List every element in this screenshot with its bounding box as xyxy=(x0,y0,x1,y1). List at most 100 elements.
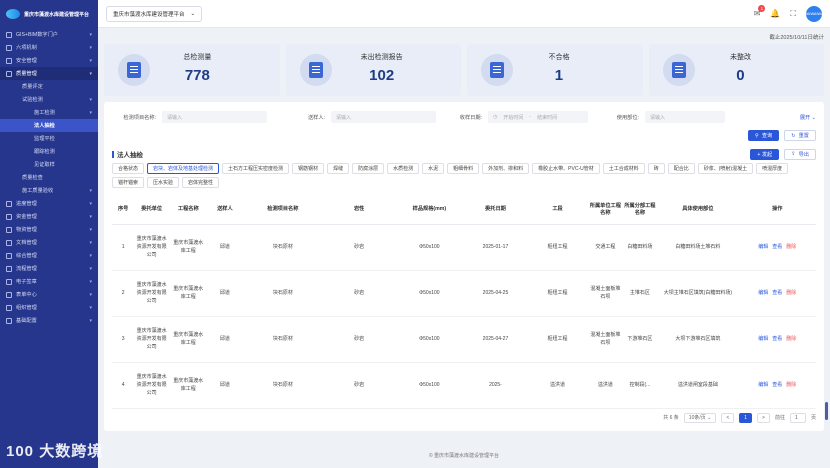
sidebar-item-2[interactable]: 安全管理 ▾ xyxy=(0,54,98,67)
sidebar-item-9[interactable]: 跟踪检测 xyxy=(0,145,98,158)
expand-link[interactable]: 展开 ⌄ xyxy=(800,114,816,121)
table-row[interactable]: 1 重庆市藻渡水资源开发有限公司 重庆市藻渡水库工程 邱道 块石原材 砂岩 Φ50x100 2… xyxy=(112,224,816,271)
menu-icon xyxy=(6,265,12,272)
stat-label: 未整改 xyxy=(729,54,751,61)
chevron-down-icon: ▾ xyxy=(89,252,92,259)
sidebar-item-17[interactable]: 综合管理 ▾ xyxy=(0,249,98,262)
next-page-button[interactable]: > xyxy=(757,412,770,423)
message-icon[interactable]: ✉ 1 xyxy=(754,5,766,18)
chevron-down-icon: ▾ xyxy=(89,239,92,246)
sidebar-item-1[interactable]: 六项机制 ▾ xyxy=(0,41,98,54)
chevron-down-icon: ▾ xyxy=(89,226,92,233)
edit-button[interactable]: 编辑 xyxy=(758,244,768,250)
category-tag[interactable]: 钢筋钢材 xyxy=(292,163,325,174)
sidebar-item-21[interactable]: 组织管理 ▾ xyxy=(0,301,98,314)
sidebar-item-5[interactable]: 试验检测 ▾ xyxy=(0,93,98,106)
table-row[interactable]: 3 重庆市藻渡水资源开发有限公司 重庆市藻渡水库工程 邱道 块石原材 砂岩 Φ50x100 2… xyxy=(112,316,816,363)
category-tag[interactable]: 防腐涂层 xyxy=(352,163,385,174)
add-button[interactable]: + 发起 xyxy=(750,148,780,160)
category-tag[interactable]: 配合比 xyxy=(667,163,695,174)
dept-input[interactable]: 请输入 xyxy=(645,111,725,123)
sidebar-item-18[interactable]: 流程管理 ▾ xyxy=(0,262,98,275)
project-selector[interactable]: 重庆市藻渡水库建设管理平台 ⌄ xyxy=(106,5,203,22)
view-button[interactable]: 查看 xyxy=(772,336,782,342)
table-row[interactable]: 4 重庆市藻渡水资源开发有限公司 重庆市藻渡水库工程 邱道 块石原材 砂岩 Φ50x100 2… xyxy=(112,362,816,409)
sidebar-item-10[interactable]: 见证取样 xyxy=(0,158,98,171)
item-input[interactable]: 请输入 xyxy=(162,111,267,123)
chevron-down-icon: ▾ xyxy=(89,31,92,38)
view-button[interactable]: 查看 xyxy=(772,244,782,250)
sidebar-item-8[interactable]: 监理平检 xyxy=(0,132,98,145)
app-logo[interactable]: 重庆市藻渡水库建设管理平台 xyxy=(0,0,98,28)
sidebar-item-16[interactable]: 文档管理 ▾ xyxy=(0,236,98,249)
report-icon xyxy=(481,54,513,86)
sidebar-item-0[interactable]: GIS+BIM数字门户 ▾ xyxy=(0,28,98,41)
scrollbar[interactable] xyxy=(825,402,828,420)
edit-button[interactable]: 编辑 xyxy=(758,336,768,342)
table-cell: 重庆市藻渡水资源开发有限公司 xyxy=(134,270,169,317)
category-tag[interactable]: 砂浆、(喷射)混凝土 xyxy=(697,163,754,174)
stat-card: 总检测量 778 xyxy=(104,44,280,96)
sidebar-item-3[interactable]: 质量管理 ▾ xyxy=(0,67,98,80)
category-tag[interactable]: 橡胶止水带、PVC-U管材 xyxy=(532,163,600,174)
category-tag[interactable]: 粗细骨料 xyxy=(447,163,480,174)
avatar[interactable]: WAIWAIWAI xyxy=(803,5,825,22)
report-icon xyxy=(118,54,150,86)
sidebar-item-20[interactable]: 表单中心 ▾ xyxy=(0,288,98,301)
category-tag[interactable]: 外加剂、掺和料 xyxy=(482,163,530,174)
sidebar-item-13[interactable]: 进度管理 ▾ xyxy=(0,197,98,210)
sidebar-item-7[interactable]: 法人抽检 xyxy=(0,119,98,132)
table-row[interactable]: 2 重庆市藻渡水资源开发有限公司 重庆市藻渡水库工程 邱道 块石原材 砂岩 Φ50x100 2… xyxy=(112,270,816,317)
view-button[interactable]: 查看 xyxy=(772,382,782,388)
category-tag[interactable]: 水泥 xyxy=(422,163,445,174)
goto-input[interactable]: 1 xyxy=(789,412,806,423)
sender-label: 送样人: xyxy=(307,114,325,121)
page-size-select[interactable]: 10条/页 ⌄ xyxy=(683,412,717,423)
column-header: 所属单位工程名称 xyxy=(588,194,623,225)
sender-input[interactable]: 请输入 xyxy=(331,111,436,123)
stat-card: 未出检测报告 102 xyxy=(285,44,461,96)
stat-card: 不合格 1 xyxy=(467,44,643,96)
edit-button[interactable]: 编辑 xyxy=(758,382,768,388)
category-tag[interactable]: 焊缝 xyxy=(327,163,350,174)
prev-page-button[interactable]: < xyxy=(721,412,735,423)
delete-button[interactable]: 删除 xyxy=(786,290,796,296)
sidebar-item-label: 施工质量验收 xyxy=(22,188,54,194)
view-button[interactable]: 查看 xyxy=(772,290,782,296)
sidebar-item-19[interactable]: 电子签章 ▾ xyxy=(0,275,98,288)
sidebar-item-15[interactable]: 物资管理 ▾ xyxy=(0,223,98,236)
fullscreen-icon[interactable]: ⛶ xyxy=(790,9,796,19)
date-range-input[interactable]: ◷ 开始时间 - 结束时间 xyxy=(488,111,588,123)
category-tag[interactable]: 岩块、岩体及地基处理检测 xyxy=(147,163,220,174)
category-tag[interactable]: 砖 xyxy=(647,163,665,174)
category-tag[interactable]: 压水实验 xyxy=(147,177,180,188)
bell-icon[interactable]: 🔔 xyxy=(770,9,780,18)
sidebar-item-6[interactable]: 施工检测 ▾ xyxy=(0,106,98,119)
stat-label: 未出检测报告 xyxy=(360,54,403,61)
query-button[interactable]: ⚲ 查询 xyxy=(748,130,780,141)
export-button[interactable]: ⇪ 导出 xyxy=(784,148,816,160)
delete-button[interactable]: 删除 xyxy=(786,382,796,388)
edit-button[interactable]: 编辑 xyxy=(758,290,768,296)
sidebar-item-12[interactable]: 施工质量验收 ▾ xyxy=(0,184,98,197)
page-1-button[interactable]: 1 xyxy=(739,412,753,423)
chevron-down-icon: ▾ xyxy=(89,304,92,311)
table-cell: 重庆市藻渡水库工程 xyxy=(168,316,208,363)
date-start: 开始时间 xyxy=(503,114,524,121)
category-tag[interactable]: 锚杆锚索 xyxy=(112,177,145,188)
sidebar-item-label: 六项机制 xyxy=(16,45,37,51)
category-tag[interactable]: 土工合成材料 xyxy=(602,163,645,174)
category-tag[interactable]: 土石方工程压实密度检测 xyxy=(222,163,290,174)
reset-button[interactable]: ↻ 重置 xyxy=(784,130,816,141)
sidebar-item-11[interactable]: 质量检查 xyxy=(0,171,98,184)
category-tag[interactable]: 水质检测 xyxy=(387,163,420,174)
category-tag[interactable]: 合格状态 xyxy=(112,163,145,174)
sidebar-item-label: 监理平检 xyxy=(34,136,55,142)
sidebar-item-14[interactable]: 资金管理 ▾ xyxy=(0,210,98,223)
category-tag[interactable]: 喷混厚度 xyxy=(756,163,789,174)
delete-button[interactable]: 删除 xyxy=(786,244,796,250)
delete-button[interactable]: 删除 xyxy=(786,336,796,342)
sidebar-item-22[interactable]: 基础配置 ▾ xyxy=(0,314,98,327)
category-tag[interactable]: 岩体完整性 xyxy=(182,177,220,188)
sidebar-item-4[interactable]: 质量评定 xyxy=(0,80,98,93)
